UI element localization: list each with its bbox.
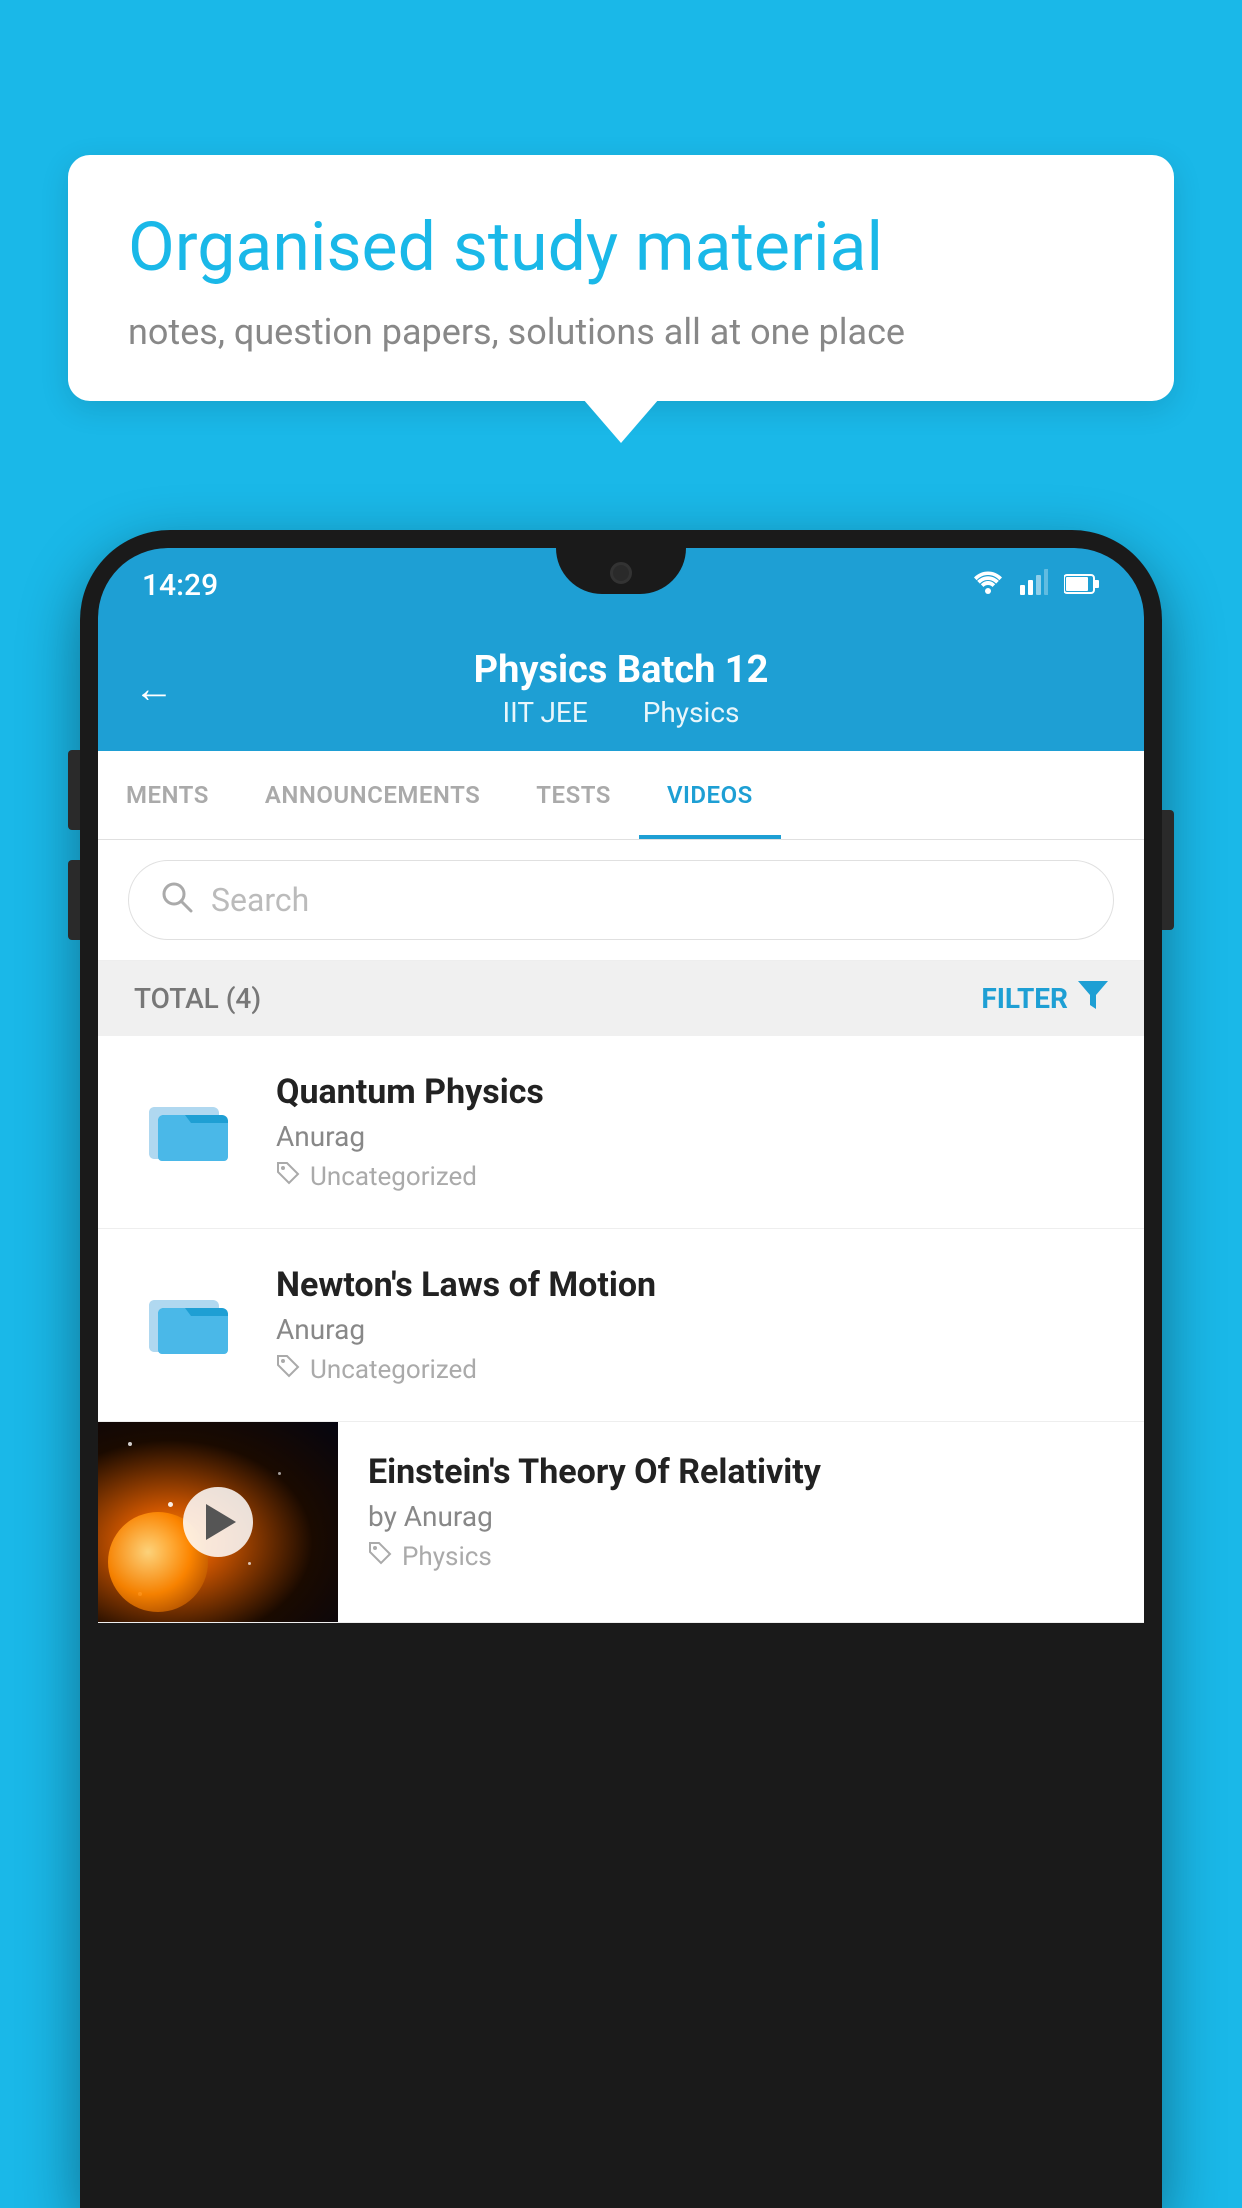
filter-bar: TOTAL (4) FILTER [98,961,1144,1036]
power-button[interactable] [1162,810,1174,930]
play-button[interactable] [183,1487,253,1557]
tab-tests[interactable]: TESTS [508,751,639,839]
tab-videos[interactable]: VIDEOS [639,751,781,839]
phone-screen: ← Physics Batch 12 IIT JEE Physics MENTS [98,622,1144,1623]
status-time: 14:29 [142,568,218,603]
video-title-1: Quantum Physics [276,1072,1108,1112]
search-icon [159,879,193,921]
play-icon [206,1504,236,1540]
filter-button[interactable]: FILTER [981,981,1108,1016]
phone-notch [556,548,686,594]
wifi-icon [972,569,1004,602]
speech-bubble: Organised study material notes, question… [68,155,1174,401]
back-button[interactable]: ← [134,665,174,712]
header-subtitle: IIT JEE Physics [474,696,769,729]
video-thumbnail-2 [134,1265,244,1375]
header-title: Physics Batch 12 [474,648,769,692]
speech-bubble-title: Organised study material [128,207,1114,289]
tabs-bar: MENTS ANNOUNCEMENTS TESTS VIDEOS [98,751,1144,840]
status-bar: 14:29 [98,548,1144,622]
phone-frame: 14:29 [80,530,1162,2208]
tag-icon-3 [368,1541,392,1572]
list-item[interactable]: Newton's Laws of Motion Anurag Uncategor… [98,1229,1144,1422]
list-item[interactable]: Quantum Physics Anurag Uncategorized [98,1036,1144,1229]
search-container: Search [98,840,1144,961]
einstein-thumbnail [98,1422,338,1622]
einstein-thumb-bg [98,1422,338,1622]
search-input-wrap[interactable]: Search [128,860,1114,940]
status-icons [972,569,1100,602]
tag-icon-2 [276,1354,300,1385]
volume-up-button[interactable] [68,750,80,830]
video-author-3: by Anurag [368,1500,1114,1533]
filter-label: FILTER [981,982,1068,1015]
app-header: ← Physics Batch 12 IIT JEE Physics [98,622,1144,751]
list-item[interactable]: Einstein's Theory Of Relativity by Anura… [98,1422,1144,1623]
header-subtitle-iitjee: IIT JEE [503,696,588,729]
front-camera [610,562,632,584]
video-author-2: Anurag [276,1313,1108,1346]
header-center: Physics Batch 12 IIT JEE Physics [474,648,769,729]
video-title-3: Einstein's Theory Of Relativity [368,1452,1114,1492]
battery-icon [1064,569,1100,602]
video-list: Quantum Physics Anurag Uncategorized [98,1036,1144,1623]
tab-ments[interactable]: MENTS [98,751,237,839]
video-tag-2: Uncategorized [276,1354,1108,1385]
video-item-info-2: Newton's Laws of Motion Anurag Uncategor… [276,1265,1108,1385]
search-placeholder: Search [211,881,309,919]
header-subtitle-physics: Physics [643,696,740,729]
filter-icon [1078,981,1108,1016]
signal-icon [1020,569,1048,602]
video-item-info-1: Quantum Physics Anurag Uncategorized [276,1072,1108,1192]
tag-label-3: Physics [402,1542,492,1572]
video-title-2: Newton's Laws of Motion [276,1265,1108,1305]
tag-icon-1 [276,1161,300,1192]
video-tag-1: Uncategorized [276,1161,1108,1192]
tag-label-1: Uncategorized [310,1162,477,1192]
total-count: TOTAL (4) [134,982,261,1015]
phone-screen-area: 14:29 [98,548,1144,1623]
video-tag-3: Physics [368,1541,1114,1572]
volume-down-button[interactable] [68,860,80,940]
phone-outer: 14:29 [80,530,1162,2208]
video-author-1: Anurag [276,1120,1108,1153]
speech-bubble-subtitle: notes, question papers, solutions all at… [128,311,1114,353]
tag-label-2: Uncategorized [310,1355,477,1385]
video-thumbnail-1 [134,1072,244,1182]
tab-announcements[interactable]: ANNOUNCEMENTS [237,751,508,839]
einstein-info: Einstein's Theory Of Relativity by Anura… [338,1422,1144,1602]
